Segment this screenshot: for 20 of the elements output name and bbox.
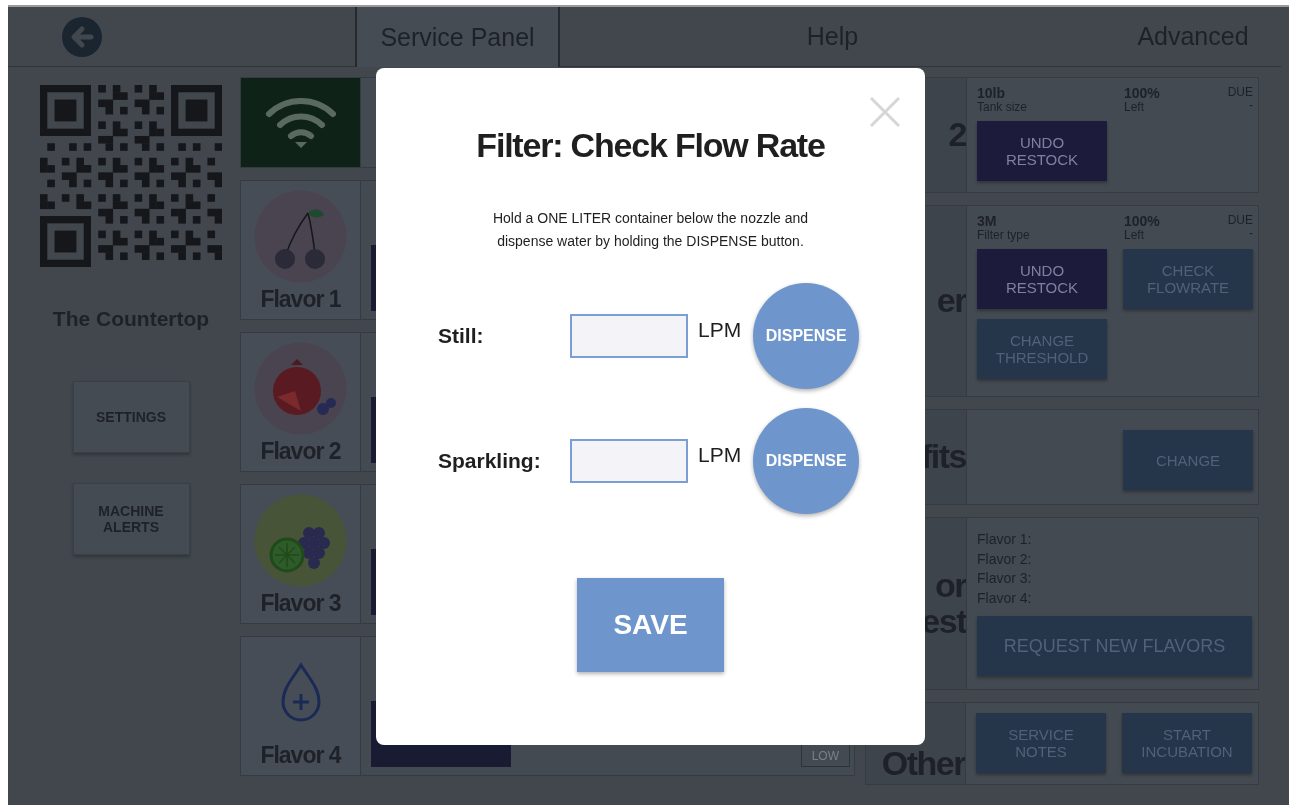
wifi-icon (263, 97, 338, 148)
dispense-button[interactable]: DISPENSE (753, 283, 860, 389)
flow-rate-field[interactable] (570, 314, 688, 358)
cherry-icon (253, 189, 348, 284)
field-label: Still: (438, 324, 485, 348)
action-button[interactable]: UNDO RESTOCK (977, 120, 1107, 181)
due-value: - (1248, 99, 1253, 113)
unit-label: LPM (698, 318, 742, 342)
grape-lime-icon (253, 493, 348, 588)
pomegranate-icon (253, 341, 348, 436)
dialog-title: Filter: Check Flow Rate (476, 126, 825, 165)
save-button[interactable]: SAVE (577, 578, 724, 672)
unit-label: LPM (698, 443, 742, 467)
action-button[interactable]: UNDO RESTOCK (977, 248, 1107, 309)
instructions-text: Hold a ONE LITER container below the nozzle and dispense water by holding the DISPENSE button. (492, 209, 809, 251)
close-icon[interactable] (869, 96, 901, 128)
flow-rate-field[interactable] (570, 439, 688, 483)
field-label: Sparkling: (438, 449, 542, 473)
due-value: - (1248, 227, 1253, 241)
dispense-button[interactable]: DISPENSE (753, 408, 860, 514)
